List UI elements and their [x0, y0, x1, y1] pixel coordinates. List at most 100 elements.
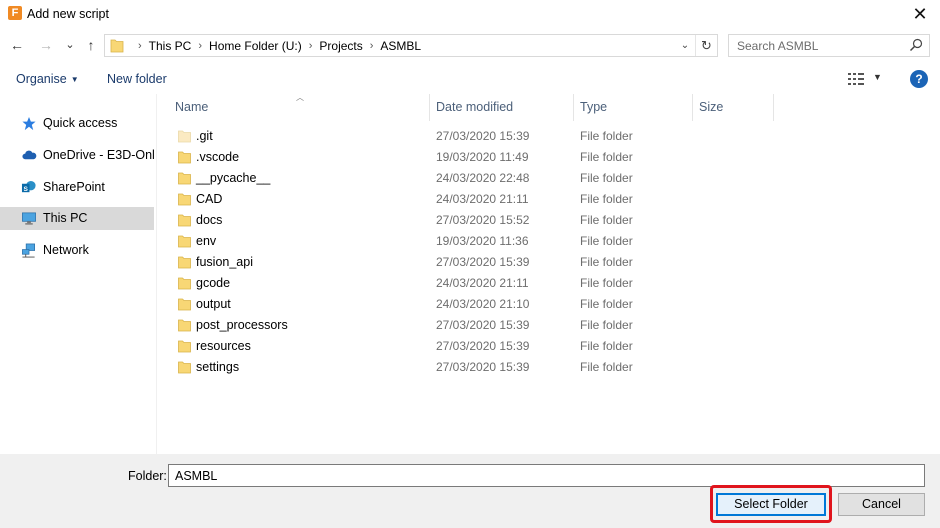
file-name: resources: [196, 339, 251, 353]
sidebar-item-quick-access[interactable]: Quick access: [0, 112, 154, 135]
column-header-size[interactable]: Size: [693, 94, 773, 121]
file-type: File folder: [580, 171, 633, 185]
sidebar-item-this-pc[interactable]: This PC: [0, 207, 154, 230]
folder-icon: [178, 235, 191, 248]
file-name: env: [196, 234, 217, 248]
forward-button[interactable]: →: [35, 34, 57, 56]
sidebar-item-onedrive[interactable]: OneDrive - E3D-Onlir: [0, 144, 154, 167]
file-row[interactable]: env 19/03/2020 11:36 File folder: [158, 231, 940, 252]
file-type: File folder: [580, 150, 633, 164]
folder-name-field[interactable]: [168, 464, 925, 487]
file-row[interactable]: fusion_api 27/03/2020 15:39 File folder: [158, 252, 940, 273]
file-name: gcode: [196, 276, 231, 290]
file-name: CAD: [196, 192, 223, 206]
new-folder-button[interactable]: New folder: [107, 72, 167, 86]
file-row[interactable]: post_processors 27/03/2020 15:39 File fold…: [158, 315, 940, 336]
sidebar-item-sharepoint[interactable]: S SharePoint: [0, 176, 154, 199]
search-icon[interactable]: [909, 38, 923, 52]
sidebar-item-label: SharePoint: [43, 180, 105, 194]
network-icon: [22, 243, 35, 258]
breadcrumb-item[interactable]: ASMBL: [380, 39, 421, 53]
breadcrumb-item[interactable]: Projects: [319, 39, 362, 53]
file-row[interactable]: settings 27/03/2020 15:39 File folder: [158, 357, 940, 378]
file-name: __pycache__: [196, 171, 271, 185]
folder-icon: [178, 256, 191, 269]
breadcrumb-item[interactable]: Home Folder (U:): [209, 39, 302, 53]
breadcrumb-separator[interactable]: ›: [370, 40, 374, 52]
organise-label: Organise: [16, 72, 67, 86]
file-row[interactable]: CAD 24/03/2020 21:11 File folder: [158, 189, 940, 210]
cancel-button[interactable]: Cancel: [838, 493, 925, 516]
organise-menu[interactable]: Organise ▼: [16, 72, 79, 86]
folder-icon: [178, 193, 191, 206]
file-type: File folder: [580, 192, 633, 206]
close-button[interactable]: ✕: [900, 0, 940, 28]
view-options-icon[interactable]: [848, 73, 864, 85]
folder-icon: [178, 298, 191, 311]
file-row[interactable]: __pycache__ 24/03/2020 22:48 File folder: [158, 168, 940, 189]
file-type: File folder: [580, 234, 633, 248]
star-icon: [22, 116, 36, 131]
folder-icon: [178, 361, 191, 374]
file-date-modified: 27/03/2020 15:39: [436, 318, 530, 332]
file-date-modified: 19/03/2020 11:49: [436, 150, 529, 164]
folder-icon: [178, 319, 191, 332]
breadcrumb-item[interactable]: This PC: [149, 39, 192, 53]
computer-icon: [22, 212, 36, 225]
file-date-modified: 24/03/2020 21:11: [436, 192, 529, 206]
folder-icon: [178, 277, 191, 290]
folder-icon: [178, 151, 191, 164]
file-name: settings: [196, 360, 240, 374]
file-date-modified: 27/03/2020 15:52: [436, 213, 530, 227]
fusion-app-icon: F: [8, 6, 22, 20]
chevron-down-icon: ▼: [70, 75, 79, 84]
file-name: .git: [196, 129, 213, 143]
address-bar[interactable]: › This PC › Home Folder (U:) › Projects › ASMBL…: [104, 34, 718, 57]
recent-locations-button[interactable]: ⌄: [59, 34, 81, 56]
file-type: File folder: [580, 276, 633, 290]
column-header-type[interactable]: Type: [574, 94, 692, 121]
command-toolbar: Organise ▼ New folder ▼ ?: [0, 64, 940, 94]
file-row[interactable]: gcode 24/03/2020 21:11 File folder: [158, 273, 940, 294]
address-dropdown-button[interactable]: ⌄: [677, 35, 693, 56]
title-bar: F Add new script ✕: [0, 0, 940, 30]
file-row[interactable]: output 24/03/2020 21:10 File folder: [158, 294, 940, 315]
breadcrumb-separator[interactable]: ›: [198, 40, 202, 52]
select-folder-button[interactable]: Select Folder: [716, 493, 826, 516]
up-button[interactable]: ↑: [80, 34, 102, 56]
folder-icon: [110, 39, 124, 53]
file-name: .vscode: [196, 150, 240, 164]
breadcrumb-separator[interactable]: ›: [138, 40, 142, 52]
file-name: output: [196, 297, 231, 311]
file-date-modified: 27/03/2020 15:39: [436, 129, 530, 143]
folder-icon: [178, 172, 191, 185]
file-type: File folder: [580, 318, 633, 332]
column-header-date[interactable]: Date modified: [430, 94, 573, 121]
refresh-button[interactable]: ↻: [695, 35, 717, 56]
sidebar-item-label: OneDrive - E3D-Onlir: [43, 148, 154, 162]
search-input[interactable]: [737, 38, 897, 53]
help-button[interactable]: ?: [910, 70, 928, 88]
file-type: File folder: [580, 339, 633, 353]
file-row[interactable]: .vscode 19/03/2020 11:49 File folder: [158, 147, 940, 168]
cloud-icon: [22, 150, 37, 160]
sidebar-item-network[interactable]: Network: [0, 239, 154, 262]
file-type: File folder: [580, 213, 633, 227]
column-divider[interactable]: [773, 94, 774, 121]
bottom-panel: Folder: Select Folder Cancel: [0, 454, 940, 528]
file-date-modified: 24/03/2020 22:48: [436, 171, 530, 185]
file-row[interactable]: resources 27/03/2020 15:39 File folder: [158, 336, 940, 357]
file-date-modified: 24/03/2020 21:10: [436, 297, 530, 311]
column-header-name[interactable]: Name: [169, 94, 429, 121]
breadcrumb: › This PC › Home Folder (U:) › Projects › ASMBL: [131, 35, 421, 56]
back-button[interactable]: ←: [6, 34, 28, 56]
search-box[interactable]: [728, 34, 930, 57]
breadcrumb-separator[interactable]: ›: [309, 40, 313, 52]
view-dropdown-icon[interactable]: ▼: [873, 72, 882, 82]
file-row[interactable]: docs 27/03/2020 15:52 File folder: [158, 210, 940, 231]
file-row[interactable]: .git 27/03/2020 15:39 File folder: [158, 126, 940, 147]
folder-icon: [178, 130, 191, 143]
file-name: docs: [196, 213, 223, 227]
svg-text:S: S: [24, 186, 29, 193]
file-date-modified: 27/03/2020 15:39: [436, 339, 530, 353]
